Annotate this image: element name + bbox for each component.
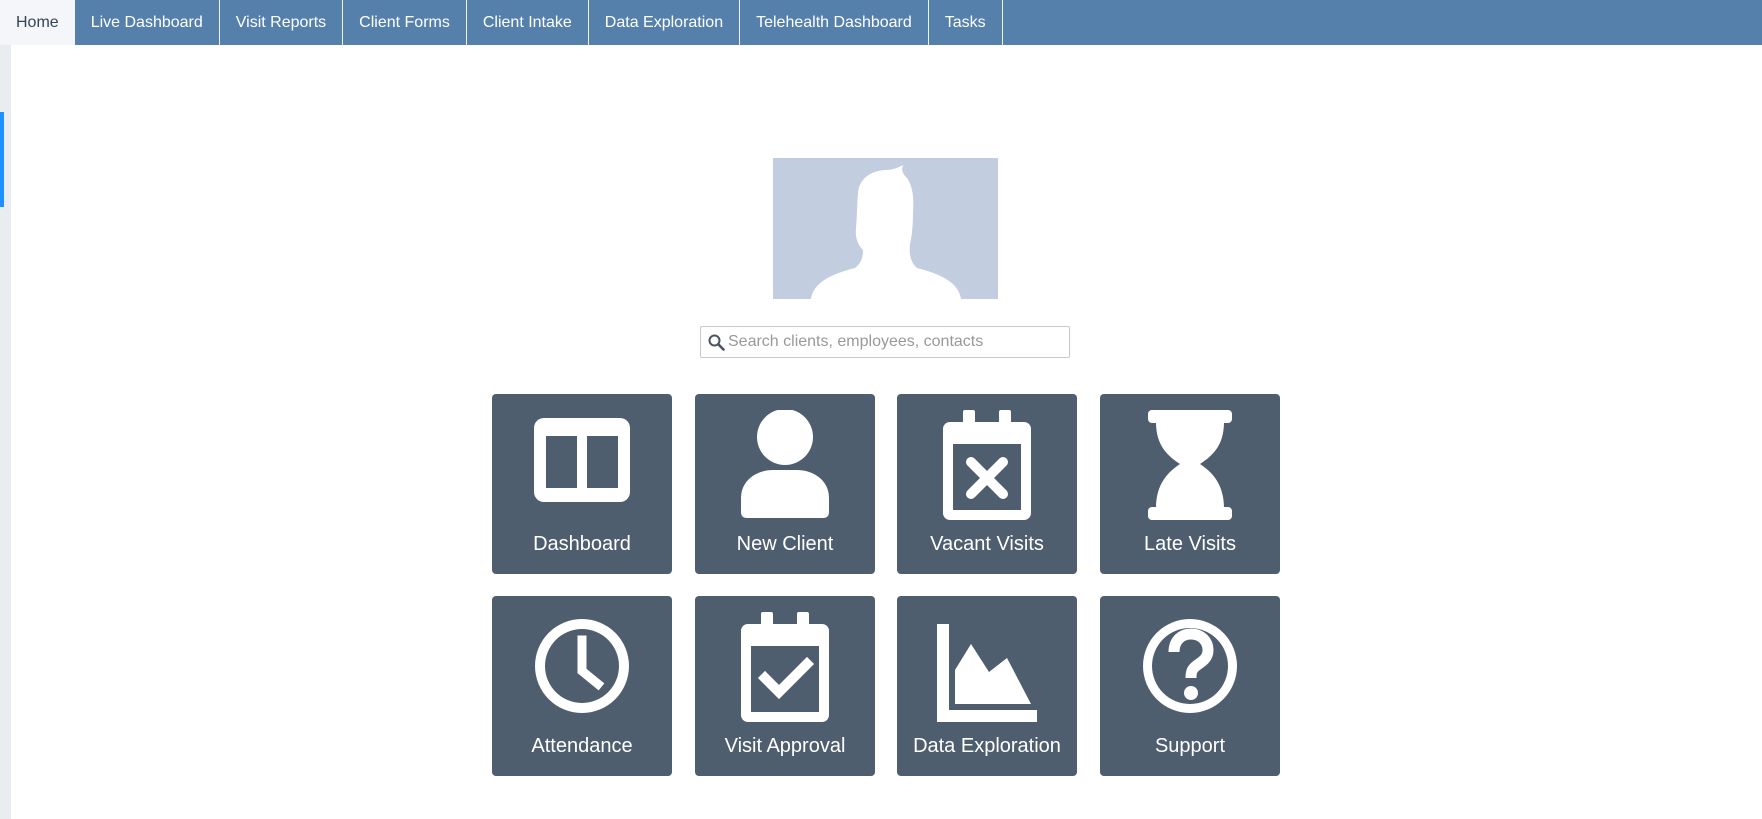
calendar-x-icon xyxy=(943,410,1031,520)
tile-label: New Client xyxy=(736,533,834,555)
tab-telehealth-dashboard[interactable]: Telehealth Dashboard xyxy=(740,0,929,45)
late-visits-tile[interactable]: Late Visits xyxy=(1100,394,1280,574)
attendance-tile[interactable]: Attendance xyxy=(492,596,672,776)
question-circle-icon xyxy=(1143,619,1237,713)
calendar-check-icon xyxy=(741,612,829,722)
clock-icon xyxy=(535,619,629,713)
tab-data-exploration[interactable]: Data Exploration xyxy=(589,0,741,45)
visit-approval-tile[interactable]: Visit Approval xyxy=(695,596,875,776)
search-input[interactable] xyxy=(728,333,1048,351)
tab-client-intake[interactable]: Client Intake xyxy=(467,0,589,45)
tab-tasks[interactable]: Tasks xyxy=(929,0,1003,45)
search-icon xyxy=(704,334,728,351)
support-tile[interactable]: Support xyxy=(1100,596,1280,776)
new-client-tile[interactable]: New Client xyxy=(695,394,875,574)
search-box xyxy=(700,326,1070,358)
tab-visit-reports[interactable]: Visit Reports xyxy=(220,0,344,45)
tile-label: Dashboard xyxy=(533,533,631,555)
avatar xyxy=(773,158,998,299)
dashboard-tile[interactable]: Dashboard xyxy=(492,394,672,574)
hourglass-icon xyxy=(1148,410,1232,520)
tile-label: Vacant Visits xyxy=(930,533,1044,555)
tab-live-dashboard[interactable]: Live Dashboard xyxy=(75,0,220,45)
main-panel: Dashboard New Client Vacant Visits Late … xyxy=(11,45,1762,819)
user-silhouette-icon xyxy=(811,165,961,299)
tile-label: Attendance xyxy=(531,735,633,757)
user-icon xyxy=(741,410,829,518)
top-nav: Home Live Dashboard Visit Reports Client… xyxy=(0,0,1762,45)
tile-label: Support xyxy=(1154,735,1226,757)
side-accent-bar[interactable] xyxy=(0,112,4,207)
dashboard-columns-icon xyxy=(534,418,630,502)
tab-home[interactable]: Home xyxy=(0,0,75,45)
tile-label: Late Visits xyxy=(1144,533,1236,555)
tile-label: Visit Approval xyxy=(724,735,846,757)
vacant-visits-tile[interactable]: Vacant Visits xyxy=(897,394,1077,574)
area-chart-icon xyxy=(937,624,1037,722)
tab-client-forms[interactable]: Client Forms xyxy=(343,0,467,45)
data-exploration-tile[interactable]: Data Exploration xyxy=(897,596,1077,776)
tile-label: Data Exploration xyxy=(913,735,1061,757)
